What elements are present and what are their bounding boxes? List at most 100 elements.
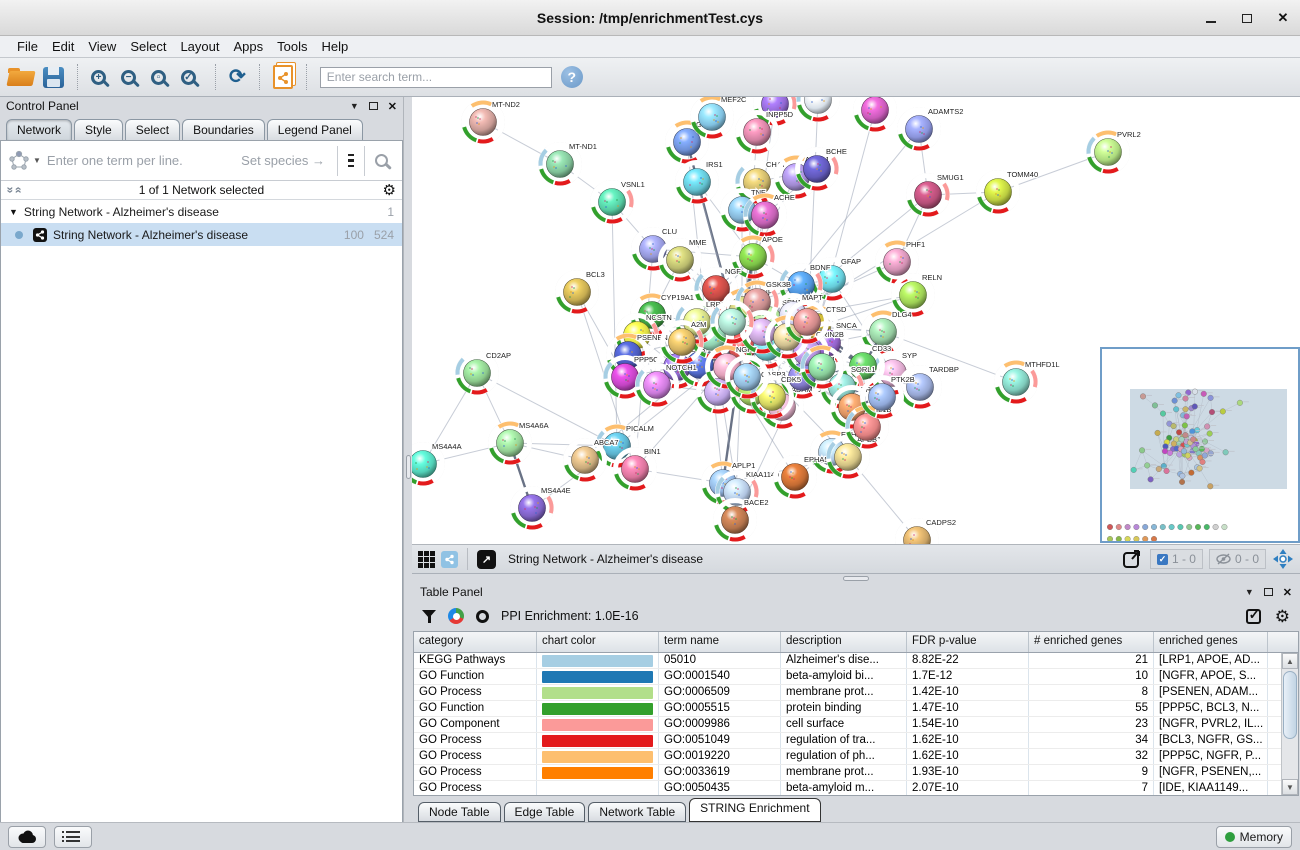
node-MT-ND1[interactable]: MT-ND1 (539, 142, 597, 186)
column-header--enriched-genes[interactable]: # enriched genes (1029, 632, 1154, 652)
node-SST[interactable]: SST (854, 97, 900, 132)
node-ADAMTS2[interactable]: ADAMTS2 (898, 107, 964, 151)
node-IRS1[interactable]: IRS1 (676, 160, 723, 204)
node-INPP5D[interactable]: INPP5D (736, 110, 794, 154)
menu-help[interactable]: Help (315, 39, 356, 54)
column-header-category[interactable]: category (414, 632, 537, 652)
birdseye-view[interactable] (1100, 347, 1300, 543)
network-collection-row[interactable]: ▼ String Network - Alzheimer's disease 1 (1, 200, 402, 223)
zoom-out-icon[interactable]: − (121, 70, 136, 85)
menu-select[interactable]: Select (123, 39, 173, 54)
node-SMUG1[interactable]: SMUG1 (907, 173, 964, 217)
menu-edit[interactable]: Edit (45, 39, 81, 54)
tab-network-table[interactable]: Network Table (588, 802, 686, 822)
panel-menu-icon[interactable]: ▼ (1245, 587, 1254, 597)
string-search-icon[interactable] (375, 154, 388, 167)
menu-layout[interactable]: Layout (173, 39, 226, 54)
select-terms-icon[interactable] (1246, 609, 1261, 624)
grid-view-icon[interactable] (418, 551, 435, 568)
column-header-chart-color[interactable]: chart color (537, 632, 659, 652)
node-PVRL2[interactable]: PVRL2 (1087, 130, 1141, 174)
open-file-icon[interactable] (8, 68, 34, 87)
menu-file[interactable]: File (10, 39, 45, 54)
search-input[interactable] (320, 67, 552, 88)
column-header-FDR-p-value[interactable]: FDR p-value (907, 632, 1029, 652)
memory-button[interactable]: Memory (1216, 826, 1292, 848)
expand-all-icon[interactable]: » (10, 187, 24, 194)
panel-menu-icon[interactable]: ▼ (350, 101, 359, 111)
refresh-icon[interactable]: ⟳ (229, 67, 246, 87)
tab-string-enrichment[interactable]: STRING Enrichment (689, 798, 820, 822)
menu-apps[interactable]: Apps (227, 39, 271, 54)
scroll-thumb[interactable] (1283, 671, 1297, 739)
string-logo-icon[interactable]: ▼ (5, 150, 43, 172)
panel-float-icon[interactable] (369, 102, 378, 110)
help-icon[interactable]: ? (561, 66, 583, 88)
zoom-in-icon[interactable]: + (91, 70, 106, 85)
node-TOMM40[interactable]: TOMM40 (977, 170, 1039, 214)
column-header-term-name[interactable]: term name (659, 632, 781, 652)
network-options-gear-icon[interactable]: ⚙ (383, 183, 396, 198)
menu-tools[interactable]: Tools (270, 39, 314, 54)
table-row[interactable]: KEGG Pathways05010Alzheimer's dise...8.8… (414, 653, 1298, 669)
table-row[interactable]: GO ProcessGO:0050435beta-amyloid m...2.0… (414, 781, 1298, 795)
string-query-input[interactable] (47, 153, 237, 168)
splitter-handle[interactable] (406, 455, 411, 479)
network-row-selected[interactable]: String Network - Alzheimer's disease 100… (1, 223, 402, 246)
panel-close-icon[interactable]: ✕ (388, 100, 397, 113)
table-row[interactable]: GO FunctionGO:0001540beta-amyloid bi...1… (414, 669, 1298, 685)
table-row[interactable]: GO FunctionGO:0005515protein binding1.47… (414, 701, 1298, 717)
tab-select[interactable]: Select (125, 119, 180, 140)
vertical-splitter[interactable] (404, 97, 412, 822)
network-canvas[interactable]: MT-ND2MT-ND1VSNL1GAB2IRS1CHATABCA1BCHETN… (412, 97, 1300, 545)
tab-network[interactable]: Network (6, 119, 72, 140)
tab-node-table[interactable]: Node Table (418, 802, 501, 822)
node-CHRNA7[interactable]: CHRNA7 (797, 97, 858, 122)
node-MS4A4E[interactable]: MS4A4E (511, 486, 571, 530)
table-row[interactable]: GO ProcessGO:0033619membrane prot...1.93… (414, 765, 1298, 781)
menu-view[interactable]: View (81, 39, 123, 54)
tab-style[interactable]: Style (74, 119, 123, 140)
scroll-up-icon[interactable]: ▲ (1282, 653, 1298, 669)
zoom-selected-icon[interactable]: ✓ (181, 70, 196, 85)
ring-chart-icon[interactable] (476, 610, 489, 623)
node-TARDBP[interactable]: TARDBP (899, 365, 959, 409)
node-VSNL1[interactable]: VSNL1 (591, 180, 645, 224)
table-row[interactable]: GO ProcessGO:0051049regulation of tra...… (414, 733, 1298, 749)
filter-icon[interactable] (422, 609, 436, 623)
detach-view-icon[interactable]: ↗ (477, 550, 496, 569)
splitter-handle[interactable] (843, 576, 869, 581)
panel-close-icon[interactable]: ✕ (1283, 586, 1292, 599)
table-row[interactable]: GO ProcessGO:0019220regulation of ph...1… (414, 749, 1298, 765)
set-species-label[interactable]: Set species → (241, 153, 333, 168)
node-MS4A4A[interactable]: MS4A4A (412, 442, 462, 486)
birdseye-toggle-icon[interactable] (441, 551, 458, 568)
tab-legend-panel[interactable]: Legend Panel (267, 119, 363, 140)
export-network-icon[interactable] (1122, 548, 1144, 570)
minimize-button[interactable] (1204, 11, 1218, 25)
node-CD2AP[interactable]: CD2AP (456, 351, 512, 395)
string-options-icon[interactable] (342, 154, 360, 168)
node-MTHFD1L[interactable]: MTHFD1L (995, 360, 1060, 404)
horizontal-splitter[interactable] (412, 574, 1300, 583)
navigator-compass-icon[interactable] (1272, 548, 1294, 570)
scroll-down-icon[interactable]: ▼ (1282, 779, 1298, 795)
table-scrollbar[interactable]: ▲ ▼ (1281, 653, 1298, 795)
close-button[interactable]: ✕ (1276, 11, 1290, 25)
maximize-button[interactable] (1240, 11, 1254, 25)
network-share-icon[interactable] (273, 65, 293, 89)
node-CADPS2[interactable]: CADPS2 (896, 518, 957, 545)
zoom-fit-icon[interactable]: ▫ (151, 70, 166, 85)
selected-checkbox-icon[interactable]: ✓ (1157, 554, 1168, 565)
save-session-icon[interactable] (43, 67, 64, 88)
task-list-button[interactable] (54, 826, 92, 848)
node-BCL3[interactable]: BCL3 (556, 270, 605, 314)
table-row[interactable]: GO ProcessGO:0006509membrane prot...1.42… (414, 685, 1298, 701)
cloud-tasks-button[interactable] (8, 826, 46, 848)
column-header-description[interactable]: description (781, 632, 907, 652)
panel-float-icon[interactable] (1264, 588, 1273, 596)
tab-edge-table[interactable]: Edge Table (504, 802, 586, 822)
enrichment-settings-gear-icon[interactable]: ⚙ (1275, 608, 1290, 625)
chart-icon[interactable] (448, 608, 464, 624)
tab-boundaries[interactable]: Boundaries (182, 119, 265, 140)
